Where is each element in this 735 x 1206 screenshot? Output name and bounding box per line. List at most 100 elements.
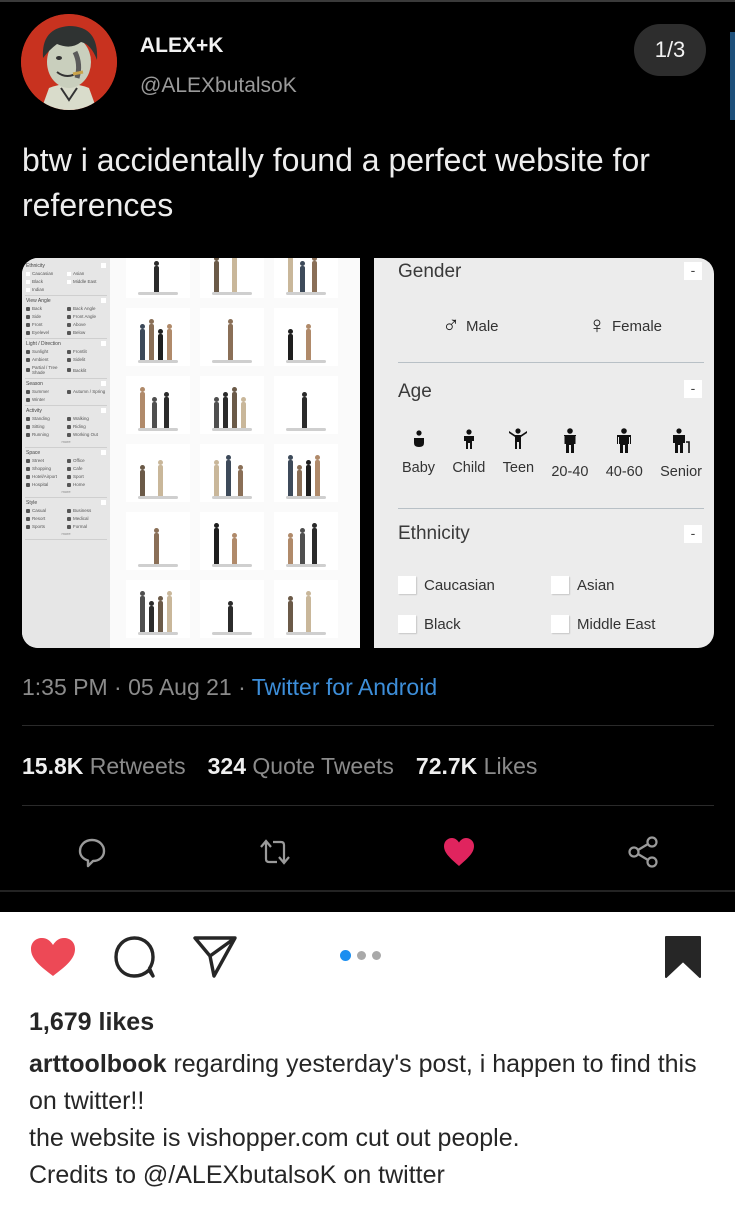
- filter-option[interactable]: Formal: [67, 524, 106, 529]
- filter-option[interactable]: Working Out: [67, 432, 106, 437]
- display-name[interactable]: ALEX+K: [140, 34, 223, 58]
- filter-option[interactable]: Sunlight: [26, 349, 65, 354]
- collapse-button[interactable]: [101, 263, 106, 268]
- filter-option[interactable]: Shopping: [26, 466, 65, 471]
- people-thumbnail[interactable]: [274, 444, 338, 502]
- retweet-button[interactable]: [255, 832, 295, 872]
- filter-option[interactable]: Autumn / Spring: [67, 389, 106, 394]
- ig-share-button[interactable]: [190, 932, 240, 982]
- filter-section-title[interactable]: Activity: [26, 408, 106, 414]
- user-handle[interactable]: @ALEXbutalsoK: [140, 74, 297, 98]
- ig-save-button[interactable]: [658, 932, 708, 982]
- filter-option[interactable]: Frontlit: [67, 349, 106, 354]
- likes-count[interactable]: 1,679 likes: [29, 1008, 154, 1037]
- filter-option[interactable]: Sports: [26, 524, 65, 529]
- age-option-baby[interactable]: Baby: [402, 428, 435, 480]
- filter-option[interactable]: Standing: [26, 416, 65, 421]
- like-button[interactable]: [439, 832, 479, 872]
- filter-section-title[interactable]: Ethnicity: [26, 263, 106, 269]
- ethnicity-collapse-button[interactable]: -: [684, 525, 702, 543]
- checkbox[interactable]: [67, 271, 71, 276]
- filter-option[interactable]: Medical: [67, 516, 106, 521]
- filter-option[interactable]: Caucasian: [26, 271, 65, 276]
- tweet-source-link[interactable]: Twitter for Android: [252, 674, 437, 700]
- people-thumbnail[interactable]: [200, 444, 264, 502]
- filter-option[interactable]: Home: [67, 482, 106, 487]
- people-thumbnail[interactable]: [126, 308, 190, 366]
- filter-option[interactable]: Asian: [67, 271, 106, 276]
- collapse-button[interactable]: [101, 450, 106, 455]
- likes-stat[interactable]: 72.7K Likes: [416, 753, 537, 780]
- filter-section-title[interactable]: View Angle: [26, 298, 106, 304]
- filter-option[interactable]: Side: [26, 314, 65, 319]
- quote-tweets-stat[interactable]: 324 Quote Tweets: [208, 753, 394, 780]
- people-thumbnail[interactable]: [126, 258, 190, 298]
- ig-comment-button[interactable]: [110, 932, 160, 982]
- checkbox[interactable]: [67, 279, 71, 284]
- ethnicity-option-caucasian[interactable]: Caucasian: [398, 576, 495, 594]
- gender-collapse-button[interactable]: -: [684, 262, 702, 280]
- filter-option[interactable]: Hotel/Airport: [26, 474, 65, 479]
- filter-option[interactable]: Sidelit: [67, 357, 106, 362]
- filter-option[interactable]: Middle East: [67, 279, 106, 284]
- filter-option[interactable]: Indian: [26, 287, 65, 292]
- collapse-button[interactable]: [101, 341, 106, 346]
- collapse-button[interactable]: [101, 408, 106, 413]
- more-link[interactable]: more: [26, 489, 106, 494]
- collapse-button[interactable]: [101, 298, 106, 303]
- filter-option[interactable]: Front: [26, 322, 65, 327]
- filter-section-title[interactable]: Style: [26, 500, 106, 506]
- checkbox[interactable]: [26, 287, 30, 292]
- people-thumbnail[interactable]: [200, 308, 264, 366]
- filter-option[interactable]: Business: [67, 508, 106, 513]
- retweets-stat[interactable]: 15.8K Retweets: [22, 753, 186, 780]
- checkbox[interactable]: [398, 576, 416, 594]
- checkbox[interactable]: [26, 271, 30, 276]
- people-thumbnail[interactable]: [200, 512, 264, 570]
- people-thumbnail[interactable]: [274, 580, 338, 638]
- people-thumbnail[interactable]: [126, 512, 190, 570]
- filter-option[interactable]: Back: [26, 306, 65, 311]
- checkbox[interactable]: [551, 576, 569, 594]
- gender-option-male[interactable]: ♂ Male: [442, 314, 499, 338]
- checkbox[interactable]: [551, 615, 569, 633]
- people-thumbnail[interactable]: [200, 258, 264, 298]
- people-thumbnail[interactable]: [126, 444, 190, 502]
- tweet-image[interactable]: Ethnicity Caucasian Asian Black Middle East I…: [22, 258, 714, 648]
- collapse-button[interactable]: [101, 500, 106, 505]
- filter-option[interactable]: Office: [67, 458, 106, 463]
- people-thumbnail[interactable]: [274, 308, 338, 366]
- filter-option[interactable]: Casual: [26, 508, 65, 513]
- filter-option[interactable]: Below: [67, 330, 106, 335]
- filter-section-title[interactable]: Light / Direction: [26, 341, 106, 347]
- age-collapse-button[interactable]: -: [684, 380, 702, 398]
- filter-option[interactable]: Ambient: [26, 357, 65, 362]
- share-button[interactable]: [623, 832, 663, 872]
- filter-option[interactable]: Partial / Tree Shade: [26, 365, 65, 375]
- filter-option[interactable]: Sport: [67, 474, 106, 479]
- filter-option[interactable]: Above: [67, 322, 106, 327]
- people-thumbnail[interactable]: [126, 580, 190, 638]
- filter-option[interactable]: Winter: [26, 397, 65, 402]
- filter-option[interactable]: Hospital: [26, 482, 65, 487]
- reply-button[interactable]: [72, 832, 112, 872]
- filter-option[interactable]: Eyelevel: [26, 330, 65, 335]
- gender-option-female[interactable]: ♀ Female: [588, 314, 662, 338]
- age-option-child[interactable]: Child: [452, 428, 485, 480]
- people-thumbnail[interactable]: [274, 258, 338, 298]
- people-thumbnail[interactable]: [274, 376, 338, 434]
- filter-option[interactable]: Sitting: [26, 424, 65, 429]
- more-link[interactable]: more: [26, 439, 106, 444]
- people-thumbnail[interactable]: [126, 376, 190, 434]
- filter-option[interactable]: Summer: [26, 389, 65, 394]
- ethnicity-option-black[interactable]: Black: [398, 615, 461, 633]
- filter-option[interactable]: Cafe: [67, 466, 106, 471]
- ethnicity-option-asian[interactable]: Asian: [551, 576, 615, 594]
- checkbox[interactable]: [26, 279, 30, 284]
- filter-option[interactable]: Street: [26, 458, 65, 463]
- age-option-senior[interactable]: Senior: [660, 428, 702, 480]
- filter-option[interactable]: Walking: [67, 416, 106, 421]
- collapse-button[interactable]: [101, 381, 106, 386]
- people-thumbnail[interactable]: [274, 512, 338, 570]
- filter-option[interactable]: Riding: [67, 424, 106, 429]
